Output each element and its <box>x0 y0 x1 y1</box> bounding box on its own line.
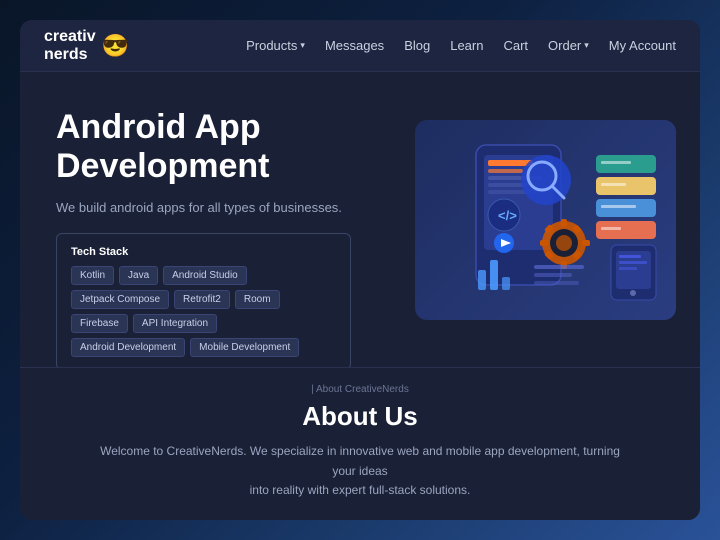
hero-illustration: </> <box>415 120 676 320</box>
order-dropdown-arrow: ▾ <box>584 40 589 51</box>
about-eyebrow: | About CreativeNerds <box>44 384 676 395</box>
tech-stack-box: Tech Stack Kotlin Java Android Studio Je… <box>56 233 351 367</box>
products-dropdown-arrow: ▾ <box>300 40 305 51</box>
nav-order[interactable]: Order ▾ <box>548 38 589 53</box>
hero-right: </> <box>405 72 700 367</box>
page-subtitle: We build android apps for all types of b… <box>56 200 377 215</box>
tag-java: Java <box>119 266 158 285</box>
tag-jetpack: Jetpack Compose <box>71 290 169 309</box>
tag-api: API Integration <box>133 314 217 333</box>
tag-android-studio: Android Studio <box>163 266 247 285</box>
tag-firebase: Firebase <box>71 314 128 333</box>
app-window: creativ nerds 😎 Products ▾ Messages Blog… <box>20 20 700 520</box>
tag-kotlin: Kotlin <box>71 266 114 285</box>
tag-retrofit2: Retrofit2 <box>174 290 230 309</box>
nav-products[interactable]: Products ▾ <box>246 38 305 53</box>
nav-blog[interactable]: Blog <box>404 38 430 53</box>
about-heading: About Us <box>44 401 676 432</box>
header: creativ nerds 😎 Products ▾ Messages Blog… <box>20 20 700 72</box>
tag-android-dev: Android Development <box>71 338 185 357</box>
nav-learn[interactable]: Learn <box>450 38 483 53</box>
main-content: Android App Development We build android… <box>20 72 700 367</box>
nav-cart[interactable]: Cart <box>503 38 528 53</box>
about-section: | About CreativeNerds About Us Welcome t… <box>20 367 700 520</box>
svg-text:</>: </> <box>498 208 517 223</box>
logo-text: creativ nerds <box>44 28 96 63</box>
tech-stack-label: Tech Stack <box>71 246 336 258</box>
tag-room: Room <box>235 290 280 309</box>
tags-row: Kotlin Java Android Studio Jetpack Compo… <box>71 266 336 357</box>
page-title: Android App Development <box>56 108 377 186</box>
tag-mobile-dev: Mobile Development <box>190 338 299 357</box>
hero-left: Android App Development We build android… <box>20 72 405 367</box>
logo: creativ nerds 😎 <box>44 28 129 63</box>
main-nav: Products ▾ Messages Blog Learn Cart Orde… <box>246 38 676 53</box>
nav-myaccount[interactable]: My Account <box>609 38 676 53</box>
nav-messages[interactable]: Messages <box>325 38 384 53</box>
about-body: Welcome to CreativeNerds. We specialize … <box>90 442 630 500</box>
logo-emoji: 😎 <box>102 33 129 59</box>
